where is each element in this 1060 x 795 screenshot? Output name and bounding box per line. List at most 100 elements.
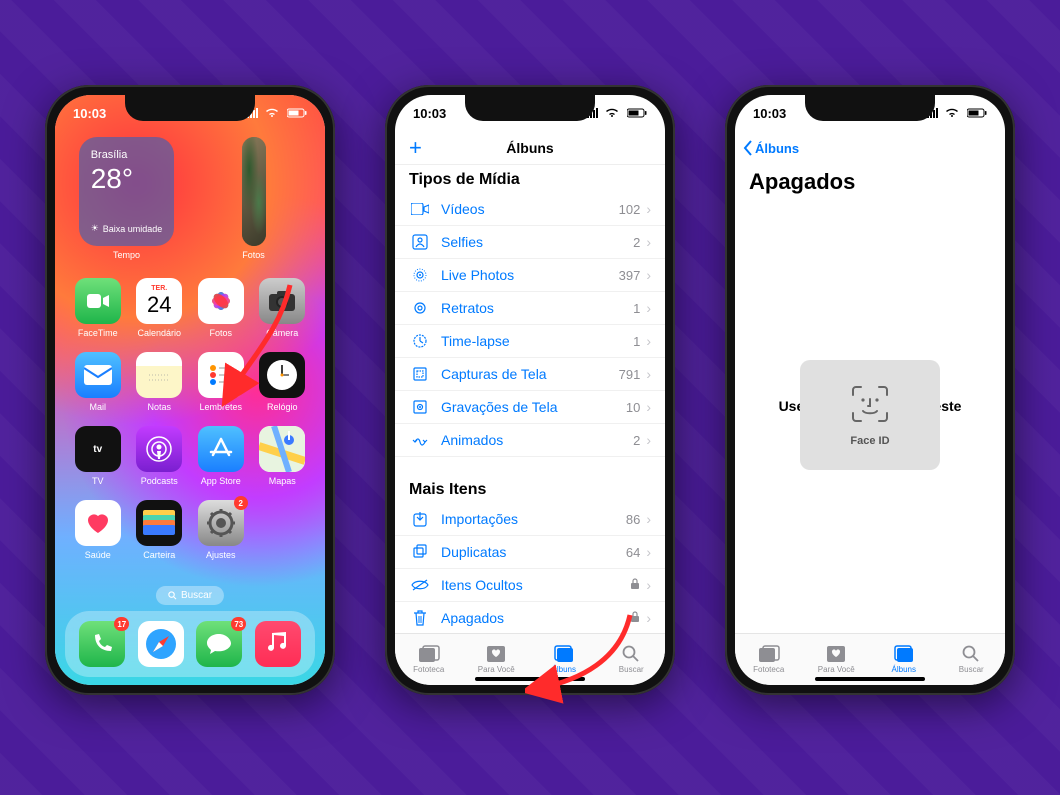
selfie-icon [409,234,431,250]
home-indicator[interactable] [475,677,585,681]
chevron-right-icon: › [646,201,651,217]
app-facetime[interactable]: FaceTime [71,278,125,338]
settings-badge: 2 [234,496,248,510]
deleted-screen: Apagados Use o Face ID para Ver este Álb… [735,165,1005,633]
row-animated[interactable]: Animados 2 › [395,424,665,457]
app-camera[interactable]: Câmera [256,278,310,338]
add-album-button[interactable]: + [409,137,422,159]
mail-icon [75,352,121,398]
row-live-photos[interactable]: Live Photos 397 › [395,259,665,292]
import-icon [409,511,431,527]
tab-fototeca[interactable]: Fototeca [735,634,803,685]
live-photos-icon [409,267,431,283]
phone-notch [125,95,255,121]
home-icon-grid: FaceTime TER. 24 Calendário [55,272,325,560]
timelapse-icon [409,333,431,349]
status-time: 10:03 [73,106,106,121]
row-screen-recordings[interactable]: Gravações de Tela 10 › [395,391,665,424]
phone-home: 10:03 Brasília 28° ☀ Baixa umidade [45,85,335,695]
faceid-icon [849,383,891,425]
notes-icon [136,352,182,398]
calendar-icon: TER. 24 [136,278,182,324]
screenshot-icon [409,366,431,382]
animated-icon [409,432,431,448]
back-button[interactable]: Álbuns [743,140,799,156]
app-mail[interactable]: Mail [71,352,125,412]
trash-icon [409,610,431,626]
app-maps[interactable]: Mapas [256,426,310,486]
tv-icon: tv [75,426,121,472]
row-duplicates[interactable]: Duplicatas 64 › [395,536,665,569]
app-wallet[interactable]: Carteira [133,500,187,560]
weather-widget[interactable]: Brasília 28° ☀ Baixa umidade [79,137,175,246]
home-search-pill[interactable]: Buscar [156,586,224,605]
app-calendar[interactable]: TER. 24 Calendário [133,278,187,338]
app-notes[interactable]: Notas [133,352,187,412]
chevron-right-icon: › [646,333,651,349]
page-title: Apagados [735,165,1005,195]
app-settings[interactable]: 2 Ajustes [194,500,248,560]
tab-buscar[interactable]: Buscar [938,634,1006,685]
row-portraits[interactable]: Retratos 1 › [395,292,665,325]
sun-icon: ☀ [91,223,99,234]
row-imports[interactable]: Importações 86 › [395,503,665,536]
phone-notch [805,95,935,121]
search-label: Buscar [181,590,212,601]
status-time: 10:03 [753,106,786,121]
chevron-right-icon: › [646,267,651,283]
hidden-icon [409,579,431,591]
section-media-types: Tipos de Mídia [395,165,665,193]
duplicates-icon [409,544,431,560]
appstore-icon [198,426,244,472]
portrait-icon [409,300,431,316]
section-more-items: Mais Itens [395,475,665,503]
albums-list[interactable]: Tipos de Mídia Vídeos 102 › Selfies 2 › … [395,165,665,633]
phone-badge: 17 [114,617,129,631]
chevron-right-icon: › [646,610,651,626]
row-screenshots[interactable]: Capturas de Tela 791 › [395,358,665,391]
tab-buscar[interactable]: Buscar [598,634,666,685]
screen-recording-icon [409,399,431,415]
reminders-icon [198,352,244,398]
clock-icon [259,352,305,398]
dock-phone[interactable]: 17 [79,621,125,667]
chevron-right-icon: › [646,544,651,560]
weather-condition: ☀ Baixa umidade [91,223,163,234]
deleted-navbar: Álbuns [735,131,1005,165]
app-tv[interactable]: tv TV [71,426,125,486]
chevron-right-icon: › [646,399,651,415]
row-timelapse[interactable]: Time-lapse 1 › [395,325,665,358]
row-deleted[interactable]: Apagados › [395,602,665,633]
faceid-prompt[interactable]: Face ID [800,360,940,470]
lock-icon [630,577,640,593]
app-photos[interactable]: Fotos [194,278,248,338]
dock-safari[interactable] [138,621,184,667]
photos-widget-label: Fotos [242,250,265,260]
settings-icon: 2 [198,500,244,546]
video-icon [409,203,431,215]
phone-notch [465,95,595,121]
app-podcasts[interactable]: Podcasts [133,426,187,486]
row-selfies[interactable]: Selfies 2 › [395,226,665,259]
tab-fototeca[interactable]: Fototeca [395,634,463,685]
chevron-right-icon: › [646,577,651,593]
weather-temp: 28° [91,163,163,195]
home-indicator[interactable] [815,677,925,681]
row-videos[interactable]: Vídeos 102 › [395,193,665,226]
camera-icon [259,278,305,324]
chevron-right-icon: › [646,432,651,448]
app-appstore[interactable]: App Store [194,426,248,486]
photos-widget-image [242,137,266,246]
app-health[interactable]: Saúde [71,500,125,560]
dock-messages[interactable]: 73 [196,621,242,667]
wallet-icon [136,500,182,546]
app-clock[interactable]: Relógio [256,352,310,412]
status-time: 10:03 [413,106,446,121]
facetime-icon [75,278,121,324]
row-hidden[interactable]: Itens Ocultos › [395,569,665,602]
dock-music[interactable] [255,621,301,667]
albums-navbar: + Álbuns [395,131,665,165]
app-reminders[interactable]: Lembretes [194,352,248,412]
photos-widget[interactable] [242,137,266,246]
phone-albums: 10:03 + Álbuns Tipos de Mídia Vídeos 102… [385,85,675,695]
